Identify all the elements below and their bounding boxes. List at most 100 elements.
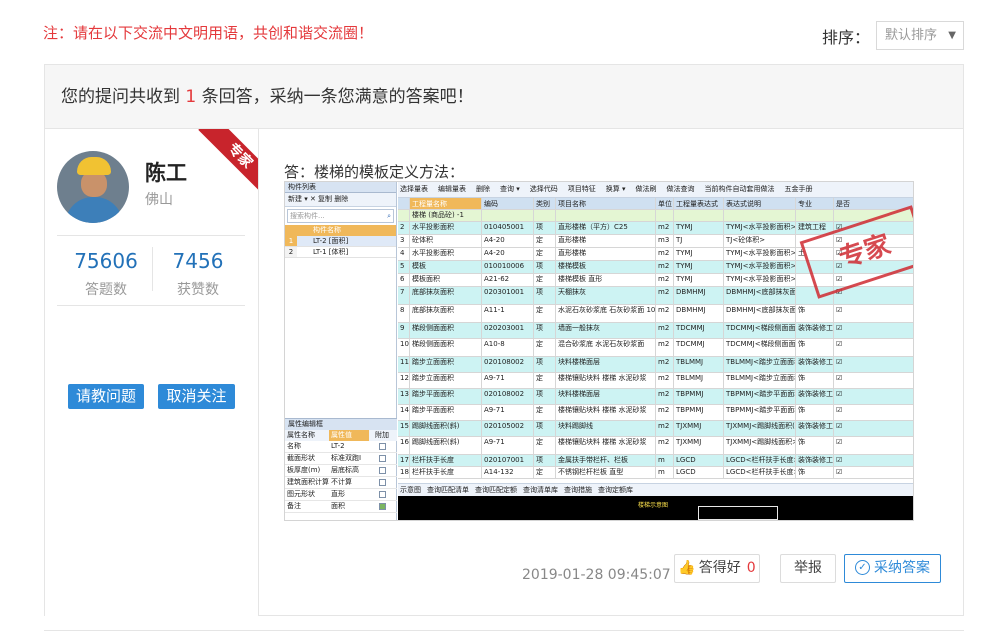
table-cell: 饰 [796, 339, 834, 356]
sort-label: 排序： [822, 28, 871, 47]
table-cell: 7 [398, 287, 410, 304]
table-cell: m2 [656, 248, 674, 260]
unfollow-button[interactable]: 取消关注 [158, 384, 235, 409]
table-cell: m2 [656, 222, 674, 234]
property-checkbox-cell [369, 441, 395, 452]
table-cell: TYMJ [674, 274, 724, 286]
table-cell: 饰 [796, 305, 834, 322]
ask-question-button[interactable]: 请教问题 [68, 384, 144, 409]
divider [57, 235, 245, 236]
table-cell: 块料踢脚线 [556, 421, 656, 436]
property-checkbox[interactable] [378, 467, 386, 474]
table-cell: TYMJ [674, 248, 724, 260]
answer-content: 答：楼梯的模板定义方法： 构件列表 新建 ▾ ✕ 复制 删除 搜索构件... ⌕… [260, 129, 963, 616]
table-cell: 17 [400, 455, 410, 466]
toolbar-item: 换算 ▾ [605, 185, 626, 193]
answer-screenshot[interactable]: 构件列表 新建 ▾ ✕ 复制 删除 搜索构件... ⌕ 构件名称 1 LT-2 … [284, 181, 914, 521]
table-cell: DBMHMJ [674, 287, 724, 304]
table-cell: A9-71 [482, 437, 534, 454]
table-cell: A4-20 [482, 235, 534, 247]
property-checkbox[interactable] [378, 479, 386, 486]
grid-header-cell: 工程量表达式 [674, 198, 724, 209]
table-cell: 定 [534, 405, 556, 420]
table-cell: 水平投影面积 [410, 222, 482, 234]
table-cell: 装饰装修工程 [796, 323, 834, 338]
property-name: 截面形状 [287, 454, 315, 462]
divider [57, 305, 245, 306]
property-header-value: 属性值 [329, 430, 369, 441]
answerer-name[interactable]: 陈工 [145, 157, 187, 187]
table-cell: A10-8 [482, 339, 534, 356]
table-cell: 项 [534, 261, 556, 273]
answer-item: 陈工 佛山 专家 75606 答题数 7456 获赞数 请教问题 取消关注 答：… [45, 129, 963, 616]
stat-answers-value: 75606 [74, 249, 138, 273]
table-row: 15 踢脚线面积(斜) 020105002 项块料踢脚线 m2 TJXMMJ TJXMMJ<… [398, 421, 913, 437]
component-search: 搜索构件... ⌕ [287, 209, 394, 223]
list-item: 2 LT-1 [体积] [285, 247, 396, 258]
table-cell: LGCD<栏杆扶手长度> [726, 467, 796, 478]
grid-header-cell: 编码 [482, 198, 534, 209]
table-cell: 饰 [796, 373, 834, 388]
property-row: 备注 面积 [285, 501, 397, 513]
toolbar-item: 当前构件自动套用做法 [704, 185, 775, 193]
like-button[interactable]: 👍 答得好 0 [674, 554, 760, 583]
table-cell [482, 210, 534, 221]
list-item-name: LT-2 [面积] [313, 237, 349, 245]
table-cell: ☑ [834, 373, 913, 388]
table-cell: LGCD<栏杆扶手长度> [726, 455, 796, 466]
report-button[interactable]: 举报 [780, 554, 836, 583]
table-cell: 饰 [796, 405, 834, 420]
table-cell: TYMJ<水平投影面积> [724, 222, 796, 234]
toolbar-item: 编辑量表 [438, 185, 466, 193]
table-cell: TJ [674, 235, 724, 247]
table-cell: TYMJ [674, 222, 724, 234]
table-cell: 020105002 [482, 421, 534, 436]
property-checkbox-cell [369, 477, 395, 488]
table-cell: 梯段侧面面积 [410, 323, 482, 338]
sort-select[interactable]: 默认排序 ▼ [876, 21, 964, 50]
table-row: 13 踏步平面面积 020108002 项块料楼梯面层 m2 TBPMMJ TBPMMJ<踏… [398, 389, 913, 405]
table-row: 14 踏步平面面积 A9-71 定楼梯镶贴块料 楼梯 水泥砂浆 m2 TBPMMJ TBPM… [398, 405, 913, 421]
table-cell: 装饰装修工程 [798, 455, 834, 466]
property-checkbox[interactable] [378, 455, 386, 462]
property-checkbox-cell [369, 465, 395, 476]
property-name: 板厚度(m) [287, 466, 321, 474]
table-cell: ☑ [834, 357, 913, 372]
property-checkbox[interactable] [378, 503, 386, 510]
table-cell: 水平投影面积 [410, 248, 482, 260]
table-cell: ☑ [834, 339, 913, 356]
table-cell: LGCD [674, 455, 724, 466]
table-cell: 18 [400, 467, 410, 478]
property-checkbox[interactable] [378, 491, 386, 498]
table-cell: TYMJ<水平投影面积> [724, 248, 796, 260]
component-list-title: 构件列表 [285, 182, 396, 193]
property-editor: 属性编辑框 属性名称 属性值 附加 名称 LT-2 截面形状 标准双跑I 板厚度(m) 层… [285, 418, 397, 520]
stat-answers-label: 答题数 [85, 282, 127, 298]
table-cell: ☑ [834, 455, 913, 466]
property-checkbox[interactable] [378, 443, 386, 450]
stat-answers: 75606 答题数 [61, 249, 151, 299]
table-cell: 14 [398, 405, 410, 420]
accept-label: 采纳答案 [874, 560, 930, 576]
table-cell [534, 210, 556, 221]
cad-label: 楼梯示意图 [638, 502, 669, 509]
property-value: 直形 [331, 490, 345, 498]
table-cell: 饰 [796, 467, 834, 478]
table-cell: TBLMMJ [674, 357, 724, 372]
grid-header-cell: 表达式说明 [724, 198, 796, 209]
query-tabs: 示意图 查询匹配清单 查询匹配定额 查询清单库 查询措施 查询定额库 [398, 483, 913, 496]
answer-count: 1 [185, 87, 197, 107]
expert-ribbon: 专家 [196, 129, 258, 191]
table-cell: TBPMMJ [674, 389, 724, 404]
accept-answer-button[interactable]: ✓ 采纳答案 [844, 554, 941, 583]
table-cell: 020108002 [482, 357, 534, 372]
table-cell: m2 [656, 339, 674, 356]
table-cell: 水泥石灰砂浆底 石灰砂浆面 1045mm [556, 305, 656, 322]
table-cell: 天棚抹灰 [556, 287, 656, 304]
avatar[interactable] [57, 151, 129, 223]
notice-text: 注：请在以下交流中文明用语，共创和谐交流圈！ [43, 24, 374, 42]
table-cell: 010405001 [482, 222, 534, 234]
table-cell: 模板面积 [410, 274, 482, 286]
table-cell: m [656, 455, 674, 466]
table-cell: 楼梯模板 直形 [556, 274, 656, 286]
